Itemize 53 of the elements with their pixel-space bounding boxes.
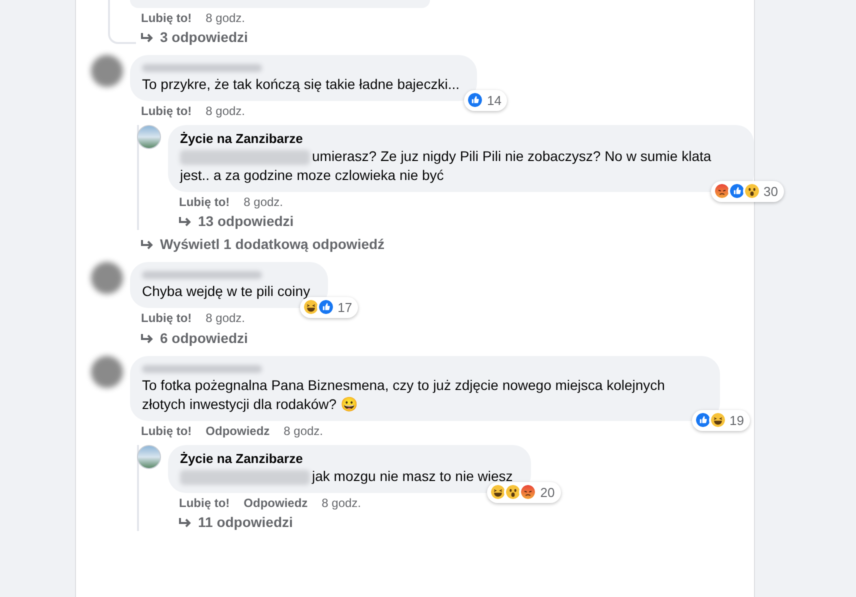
reaction-count: 14: [487, 92, 502, 110]
thumbs-up-reaction-icon: [466, 91, 484, 110]
angry-face-reaction-icon: [519, 483, 538, 502]
author-name[interactable]: Życie na Zanzibarze: [180, 451, 519, 467]
angry-face-reaction-icon: [712, 182, 731, 200]
view-replies-link[interactable]: 6 odpowiedzi: [140, 330, 754, 347]
view-replies-link[interactable]: 3 odpowiedzi: [140, 29, 754, 46]
comment-text: To przykre, że tak kończą się takie ładne bajeczki...: [142, 75, 460, 94]
reaction-count: 17: [338, 298, 352, 316]
reaction-summary[interactable]: 20: [487, 482, 561, 503]
avatar[interactable]: [91, 55, 123, 87]
action-link[interactable]: Odpowiedz: [244, 496, 308, 511]
action-link[interactable]: Lubię to!: [179, 496, 230, 511]
comment-text: To fotka pożegnalna Pana Biznesmena, czy to już zdjęcie nowego miejsca kolejnych złotych inwestycji dla rodaków? 😀: [142, 376, 666, 414]
reaction-summary[interactable]: 19: [692, 410, 750, 431]
avatar[interactable]: [91, 262, 123, 294]
action-link[interactable]: Lubię to!: [141, 104, 192, 119]
action-link[interactable]: Odpowiedz: [206, 424, 270, 439]
thumbs-up-reaction-icon: [694, 411, 712, 430]
avatar[interactable]: [137, 125, 161, 149]
reaction-summary[interactable]: 14: [464, 90, 508, 111]
action-link[interactable]: Lubię to!: [179, 195, 230, 210]
reply-arrow-icon: [178, 216, 192, 228]
reaction-count: 20: [540, 484, 555, 502]
action-link[interactable]: Lubię to!: [141, 311, 192, 326]
view-replies-link[interactable]: 11 odpowiedzi: [178, 514, 531, 531]
author-name[interactable]: Życie na Zanzibarze: [180, 131, 742, 147]
timestamp[interactable]: 8 godz.: [206, 311, 246, 326]
view-replies-link[interactable]: 13 odpowiedzi: [178, 213, 754, 230]
thumbs-up-reaction-icon: [728, 182, 746, 200]
thumbs-up-reaction-icon: [316, 298, 335, 316]
avatar[interactable]: [137, 445, 161, 469]
action-link[interactable]: Lubię to!: [141, 11, 192, 26]
laughing-face-reaction-icon: [302, 298, 320, 316]
laughing-face-reaction-icon: [489, 483, 508, 502]
reply-arrow-icon: [178, 516, 192, 528]
action-link[interactable]: Lubię to!: [141, 424, 192, 439]
timestamp[interactable]: 8 godz.: [284, 424, 324, 439]
reply-arrow-icon: [140, 32, 154, 44]
avatar[interactable]: [91, 356, 123, 388]
reaction-count: 19: [730, 412, 744, 430]
timestamp[interactable]: 8 godz.: [322, 496, 362, 511]
timestamp[interactable]: 8 godz.: [206, 104, 246, 119]
reply-arrow-icon: [140, 238, 154, 250]
reply-arrow-icon: [140, 332, 154, 344]
reaction-summary[interactable]: 30: [710, 180, 784, 202]
more-replies-link[interactable]: Wyświetl 1 dodatkową odpowiedź: [140, 236, 754, 253]
reaction-count: 30: [764, 182, 778, 200]
timestamp[interactable]: 8 godz.: [244, 195, 284, 210]
surprised-face-reaction-icon: [504, 483, 522, 502]
timestamp[interactable]: 8 godz.: [206, 11, 246, 26]
comment-text: umierasz? Ze juz nigdy Pili Pili nie zobaczysz? No w sumie klata jest.. a za godzine moze czlowieka nie być: [180, 147, 712, 185]
laughing-face-reaction-icon: [708, 411, 727, 430]
